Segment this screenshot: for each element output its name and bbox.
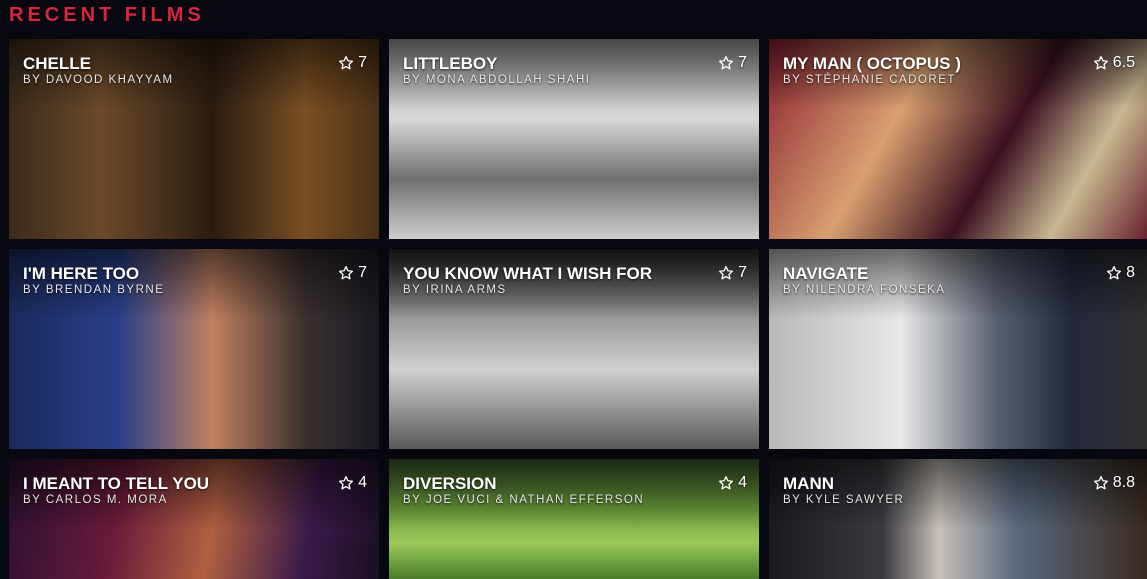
rating-value: 7 xyxy=(358,54,367,71)
film-card[interactable]: I MEANT TO TELL YOU BY CARLOS M. MORA 4 xyxy=(9,459,379,579)
film-director: BY KYLE SAWYER xyxy=(783,494,905,506)
film-title: MANN xyxy=(783,474,834,493)
star-outline-icon xyxy=(1107,266,1122,280)
rating-value: 4 xyxy=(738,474,747,491)
film-title: NAVIGATE xyxy=(783,264,869,283)
star-outline-icon xyxy=(1093,476,1108,490)
rating-value: 7 xyxy=(738,264,747,281)
rating-value: 6.5 xyxy=(1112,54,1135,71)
section-title: RECENT FILMS xyxy=(9,4,205,26)
film-card[interactable]: MANN BY KYLE SAWYER 8.8 xyxy=(769,459,1147,579)
film-rating: 8 xyxy=(1106,264,1135,282)
star-outline-icon xyxy=(339,266,354,280)
film-director: BY MONA ABDOLLAH SHAHI xyxy=(403,74,591,86)
film-rating: 7 xyxy=(338,264,367,282)
star-outline-icon xyxy=(339,56,354,70)
film-title: CHELLE xyxy=(23,54,91,73)
star-outline-icon xyxy=(339,476,354,490)
star-outline-icon xyxy=(1093,56,1108,70)
film-director: BY CARLOS M. MORA xyxy=(23,494,168,506)
film-title: LITTLEBOY xyxy=(403,54,498,73)
star-outline-icon xyxy=(719,56,734,70)
film-rating: 4 xyxy=(338,474,367,492)
film-director: BY BRENDAN BYRNE xyxy=(23,284,165,296)
film-card[interactable]: LITTLEBOY BY MONA ABDOLLAH SHAHI 7 xyxy=(389,39,759,239)
film-director: BY STÉPHANIE CADORET xyxy=(783,74,956,86)
film-title: MY MAN ( OCTOPUS ) xyxy=(783,54,961,73)
star-outline-icon xyxy=(719,266,734,280)
films-grid: CHELLE BY DAVOOD KHAYYAM 7 LITTLEBOY BY … xyxy=(9,39,1147,579)
film-card[interactable]: I'M HERE TOO BY BRENDAN BYRNE 7 xyxy=(9,249,379,449)
film-rating: 4 xyxy=(718,474,747,492)
star-outline-icon xyxy=(719,476,734,490)
film-director: BY NILENDRA FONSEKA xyxy=(783,284,946,296)
film-card[interactable]: DIVERSION BY JOE VUCI & NATHAN EFFERSON … xyxy=(389,459,759,579)
film-rating: 7 xyxy=(718,54,747,72)
film-title: I'M HERE TOO xyxy=(23,264,140,283)
film-director: BY JOE VUCI & NATHAN EFFERSON xyxy=(403,494,645,506)
film-director: BY DAVOOD KHAYYAM xyxy=(23,74,174,86)
film-rating: 7 xyxy=(338,54,367,72)
film-card[interactable]: CHELLE BY DAVOOD KHAYYAM 7 xyxy=(9,39,379,239)
film-card[interactable]: MY MAN ( OCTOPUS ) BY STÉPHANIE CADORET … xyxy=(769,39,1147,239)
rating-value: 8 xyxy=(1126,264,1135,281)
film-title: I MEANT TO TELL YOU xyxy=(23,474,210,493)
film-director: BY IRINA ARMS xyxy=(403,284,507,296)
film-card[interactable]: NAVIGATE BY NILENDRA FONSEKA 8 xyxy=(769,249,1147,449)
film-rating: 7 xyxy=(718,264,747,282)
film-title: YOU KNOW WHAT I WISH FOR xyxy=(403,264,652,283)
film-card[interactable]: YOU KNOW WHAT I WISH FOR BY IRINA ARMS 7 xyxy=(389,249,759,449)
film-rating: 6.5 xyxy=(1093,54,1135,72)
rating-value: 4 xyxy=(358,474,367,491)
rating-value: 8.8 xyxy=(1112,474,1135,491)
rating-value: 7 xyxy=(738,54,747,71)
film-rating: 8.8 xyxy=(1093,474,1135,492)
film-title: DIVERSION xyxy=(403,474,497,493)
rating-value: 7 xyxy=(358,264,367,281)
